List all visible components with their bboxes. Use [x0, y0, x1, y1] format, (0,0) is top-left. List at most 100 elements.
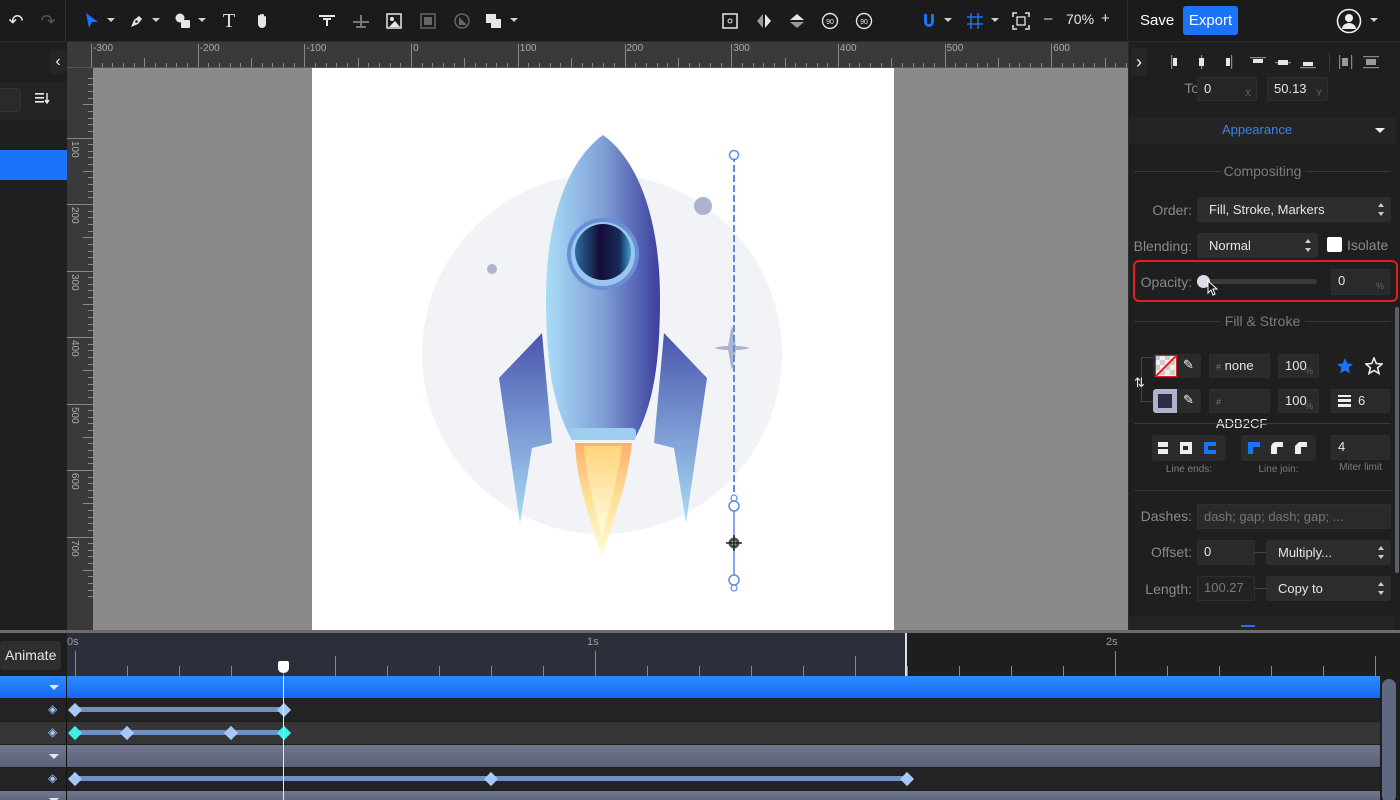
- shape-tool-button[interactable]: [171, 9, 195, 33]
- snap-button[interactable]: [917, 9, 941, 33]
- grid-dropdown[interactable]: [991, 18, 999, 22]
- stroke-eyedropper-icon[interactable]: ✎: [1183, 392, 1194, 408]
- timeline-scrollbar[interactable]: [1382, 679, 1396, 800]
- align-toolbar: [1171, 53, 1379, 71]
- rotate-ccw-90-icon: 90: [821, 12, 839, 30]
- opacity-slider-track[interactable]: [1197, 275, 1317, 288]
- keyframe[interactable]: [276, 702, 292, 718]
- user-avatar-button[interactable]: [1335, 7, 1363, 35]
- transform-button[interactable]: [718, 9, 742, 33]
- timeline-ruler[interactable]: 0s 1s 2s: [67, 633, 1400, 678]
- undo-button[interactable]: ↶: [4, 9, 28, 33]
- arrange-dropdown[interactable]: [510, 18, 518, 22]
- align-baseline-button[interactable]: [349, 9, 373, 33]
- offset-input[interactable]: 0: [1197, 540, 1255, 565]
- hand-tool-button[interactable]: [251, 9, 275, 33]
- appearance-section-header[interactable]: Appearance: [1129, 117, 1397, 144]
- stroke-opacity-input[interactable]: 100%: [1278, 389, 1319, 413]
- clip-button[interactable]: [450, 9, 474, 33]
- timeline-row-group-selected[interactable]: [0, 676, 1380, 698]
- to-y-input[interactable]: 50.13 Y: [1267, 77, 1328, 101]
- export-button[interactable]: Export: [1183, 6, 1238, 35]
- snap-dropdown[interactable]: [944, 18, 952, 22]
- select-tool-button[interactable]: [80, 9, 104, 33]
- fill-eyedropper-icon[interactable]: ✎: [1183, 357, 1194, 373]
- expand-group-icon[interactable]: [49, 685, 59, 690]
- timeline-row-group[interactable]: [0, 791, 1380, 800]
- user-menu-dropdown[interactable]: [1370, 18, 1378, 22]
- zoom-level[interactable]: 70%: [1066, 11, 1094, 27]
- expand-group-icon[interactable]: [49, 754, 59, 759]
- shape-tool-dropdown[interactable]: [198, 18, 206, 22]
- artboard[interactable]: [312, 68, 894, 630]
- to-x-input[interactable]: 0X: [1197, 77, 1257, 101]
- dashes-input[interactable]: [1197, 504, 1391, 529]
- blending-select[interactable]: Normal: [1197, 233, 1318, 258]
- fill-color-input[interactable]: # none: [1209, 354, 1270, 378]
- star-outline-icon[interactable]: [1365, 357, 1383, 375]
- keyframe-selected[interactable]: [276, 725, 292, 741]
- stroke-width-input[interactable]: 6: [1331, 389, 1390, 413]
- order-select[interactable]: Fill, Stroke, Markers: [1197, 197, 1391, 222]
- stroke-color-swatch[interactable]: [1153, 389, 1177, 413]
- rotate-ccw-button[interactable]: 90: [818, 9, 842, 33]
- isolate-checkbox[interactable]: [1327, 237, 1342, 252]
- zoom-in-button[interactable]: +: [1101, 10, 1110, 27]
- animate-button[interactable]: Animate: [0, 641, 61, 670]
- rotate-cw-button[interactable]: 90: [852, 9, 876, 33]
- pen-tool-button[interactable]: [125, 9, 149, 33]
- mask-button[interactable]: [416, 9, 440, 33]
- canvas-area[interactable]: [93, 68, 1128, 630]
- length-label: Length:: [1145, 581, 1192, 597]
- length-action-select[interactable]: Copy to: [1266, 576, 1391, 601]
- ruler-major-tick: [624, 44, 626, 67]
- keyframe[interactable]: [119, 725, 135, 741]
- ruler-label: -100: [306, 43, 327, 54]
- keyframe-selected[interactable]: [67, 725, 83, 741]
- properties-scrollbar[interactable]: [1395, 307, 1399, 573]
- collapse-left-panel-button[interactable]: ‹: [50, 50, 66, 74]
- offset-action-select[interactable]: Multiply...: [1266, 540, 1391, 565]
- fill-opacity-input[interactable]: 100%: [1278, 354, 1319, 378]
- fit-to-frame-button[interactable]: [382, 9, 406, 33]
- swap-fill-stroke-icon[interactable]: ⇅: [1134, 375, 1145, 391]
- timeline-row-track-1[interactable]: ◈: [0, 699, 1380, 721]
- opacity-input[interactable]: 0%: [1331, 269, 1390, 295]
- keyframe[interactable]: [67, 771, 83, 787]
- zoom-out-button[interactable]: –: [1044, 10, 1052, 27]
- fill-none-swatch[interactable]: [1155, 355, 1177, 377]
- horizontal-ruler[interactable]: -300-200-1000100200300400500600700800900…: [67, 42, 1128, 68]
- add-keyframe-icon[interactable]: ◈: [48, 725, 62, 739]
- keyframe[interactable]: [67, 702, 83, 718]
- selected-layer-row[interactable]: [0, 150, 67, 180]
- playhead-line: [283, 676, 284, 800]
- add-keyframe-icon[interactable]: ◈: [48, 702, 62, 716]
- timeline-row-track-2[interactable]: ◈: [0, 722, 1380, 744]
- fit-view-button[interactable]: [1009, 9, 1033, 33]
- pen-tool-dropdown[interactable]: [152, 18, 160, 22]
- layers-search-input[interactable]: [0, 88, 21, 112]
- star-filled-icon[interactable]: [1336, 357, 1354, 375]
- timeline-row-track-3[interactable]: ◈: [0, 768, 1380, 790]
- arrange-button[interactable]: [482, 9, 506, 33]
- sort-layers-button[interactable]: [35, 91, 51, 108]
- select-tool-dropdown[interactable]: [107, 18, 115, 22]
- playhead-handle[interactable]: [278, 661, 289, 673]
- keyframe[interactable]: [223, 725, 239, 741]
- text-tool-button[interactable]: T: [217, 9, 241, 33]
- add-keyframe-icon[interactable]: ◈: [48, 771, 62, 785]
- grid-button[interactable]: [963, 9, 987, 33]
- collapse-right-panel-button[interactable]: ›: [1131, 48, 1147, 76]
- flip-vertical-button[interactable]: [785, 9, 809, 33]
- miter-limit-input[interactable]: 4: [1331, 435, 1390, 460]
- next-section-header[interactable]: [1129, 616, 1395, 630]
- keyframe[interactable]: [899, 771, 915, 787]
- timeline-row-group[interactable]: [0, 745, 1380, 767]
- align-top-button[interactable]: [315, 9, 339, 33]
- save-button[interactable]: Save: [1136, 6, 1178, 35]
- flip-horizontal-button[interactable]: [752, 9, 776, 33]
- stroke-color-input[interactable]: # ADB2CF: [1209, 389, 1270, 431]
- vertical-ruler[interactable]: 100 200 300 400 500 600 700: [67, 68, 93, 630]
- redo-button[interactable]: ↷: [36, 9, 60, 33]
- keyframe[interactable]: [483, 771, 499, 787]
